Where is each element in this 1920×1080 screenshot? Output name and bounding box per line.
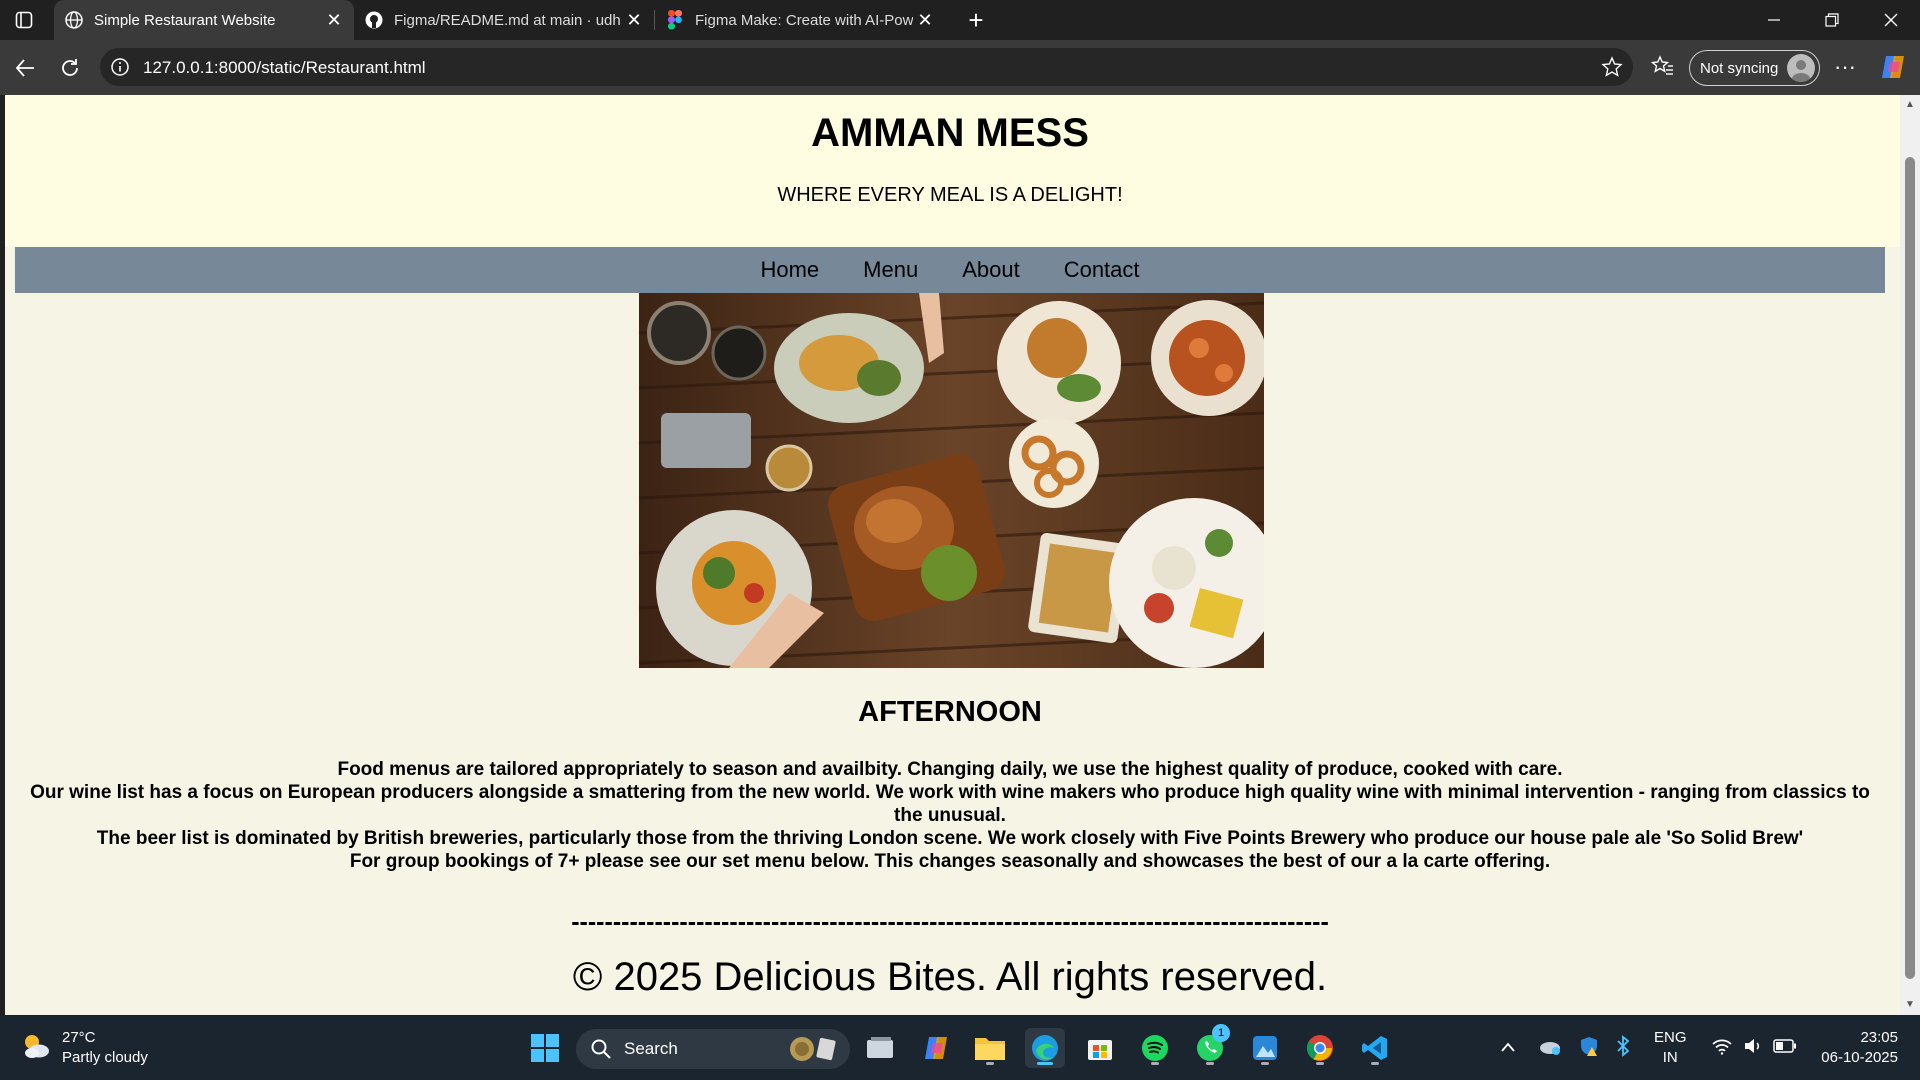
weather-desc: Partly cloudy — [62, 1049, 148, 1066]
scroll-down-icon[interactable]: ▼ — [1904, 999, 1916, 1011]
notification-badge: 1 — [1212, 1024, 1230, 1042]
whatsapp-icon[interactable]: 1 — [1190, 1024, 1230, 1068]
security-shield-icon[interactable] — [1578, 1035, 1600, 1061]
close-window-icon[interactable] — [1862, 0, 1920, 40]
profile-sync-button[interactable]: Not syncing — [1689, 50, 1820, 86]
running-indicator — [1371, 1062, 1379, 1065]
minimize-icon[interactable] — [1745, 0, 1803, 40]
search-highlight-icon — [788, 1035, 838, 1068]
volume-icon[interactable] — [1743, 1037, 1763, 1059]
menu-paragraph: The beer list is dominated by British br… — [96, 828, 1804, 849]
language-indicator[interactable]: ENG IN — [1654, 1028, 1687, 1068]
active-indicator — [1037, 1062, 1053, 1065]
edge-icon[interactable] — [1025, 1028, 1065, 1068]
language-code: ENG — [1654, 1029, 1687, 1046]
onedrive-icon[interactable] — [1538, 1037, 1562, 1059]
new-tab-icon[interactable]: + — [962, 5, 990, 35]
scroll-up-icon[interactable]: ▲ — [1904, 99, 1916, 111]
weather-widget[interactable]: 27°C Partly cloudy — [20, 1028, 148, 1068]
running-indicator — [1206, 1062, 1214, 1065]
site-title: AMMAN MESS — [811, 111, 1089, 155]
running-indicator — [1316, 1062, 1324, 1065]
windows-start-icon[interactable] — [525, 1028, 565, 1068]
wifi-icon[interactable] — [1711, 1037, 1733, 1059]
footer-copyright: © 2025 Delicious Bites. All rights reser… — [572, 955, 1328, 999]
photos-icon[interactable] — [1245, 1028, 1285, 1068]
bluetooth-icon[interactable] — [1616, 1035, 1630, 1061]
copilot-app-icon[interactable] — [916, 1028, 956, 1068]
site-header: AMMAN MESS WHERE EVERY MEAL IS A DELIGHT… — [5, 95, 1900, 247]
running-indicator — [1261, 1062, 1269, 1065]
figma-icon — [665, 10, 685, 30]
page-scrollbar[interactable]: ▲ ▼ — [1900, 95, 1920, 1015]
file-explorer-icon[interactable] — [970, 1028, 1010, 1068]
sync-label: Not syncing — [1700, 59, 1779, 77]
vscode-icon[interactable] — [1355, 1028, 1395, 1068]
favorites-icon[interactable] — [1650, 54, 1676, 80]
search-placeholder: Search — [624, 1039, 678, 1058]
tab-title: Figma Make: Create with AI-Powe — [695, 11, 913, 29]
clock-date: 06-10-2025 — [1821, 1049, 1898, 1066]
close-tab-icon[interactable]: ✕ — [622, 8, 646, 32]
address-bar[interactable]: 127.0.0.1:8000/static/Restaurant.html — [100, 48, 1633, 86]
system-tray: ENG IN — [1500, 1016, 1797, 1080]
close-tab-icon[interactable]: ✕ — [913, 8, 937, 32]
taskbar-clock[interactable]: 23:05 06-10-2025 — [1821, 1028, 1898, 1068]
site-info-icon[interactable] — [110, 57, 130, 77]
close-tab-icon[interactable]: ✕ — [322, 8, 346, 32]
site-nav: Home Menu About Contact — [15, 247, 1885, 293]
running-indicator — [1151, 1062, 1159, 1065]
favorite-star-icon[interactable] — [1601, 56, 1623, 78]
page-viewport: AMMAN MESS WHERE EVERY MEAL IS A DELIGHT… — [5, 95, 1900, 1015]
restore-icon[interactable] — [1803, 0, 1861, 40]
chrome-icon[interactable] — [1300, 1028, 1340, 1068]
tab-simple-restaurant[interactable]: Simple Restaurant Website ✕ — [54, 0, 354, 40]
avatar — [1787, 54, 1815, 82]
tab-figma-readme[interactable]: Figma/README.md at main · udh ✕ — [354, 0, 654, 40]
tab-actions-icon[interactable] — [12, 8, 36, 32]
copilot-icon[interactable] — [1878, 52, 1908, 82]
dashed-divider: ----------------------------------------… — [571, 908, 1329, 936]
taskbar: 27°C Partly cloudy Search 1 ENG IN 23:05… — [0, 1016, 1920, 1080]
menu-paragraph: For group bookings of 7+ please see our … — [349, 851, 1551, 872]
tab-bar: Simple Restaurant Website ✕ Figma/README… — [0, 0, 1920, 40]
food-table-image — [639, 293, 1264, 668]
site-tagline: WHERE EVERY MEAL IS A DELIGHT! — [777, 184, 1123, 206]
tab-figma-make[interactable]: Figma Make: Create with AI-Powe ✕ — [655, 0, 945, 40]
back-icon[interactable] — [11, 54, 39, 82]
address-toolbar: 127.0.0.1:8000/static/Restaurant.html No… — [0, 40, 1920, 95]
search-icon — [590, 1038, 612, 1060]
clock-time: 23:05 — [1860, 1029, 1898, 1046]
battery-icon[interactable] — [1772, 1039, 1797, 1057]
running-indicator — [986, 1062, 994, 1065]
spotify-icon[interactable] — [1135, 1028, 1175, 1068]
microsoft-store-icon[interactable] — [1080, 1028, 1120, 1068]
reload-icon[interactable] — [56, 54, 84, 82]
region-code: IN — [1662, 1049, 1678, 1066]
show-hidden-icons-icon[interactable] — [1500, 1040, 1516, 1057]
weather-temp: 27°C — [62, 1029, 96, 1046]
nav-home-link[interactable]: Home — [760, 257, 819, 283]
taskbar-search[interactable]: Search — [576, 1029, 850, 1069]
tab-title: Figma/README.md at main · udh — [394, 11, 621, 29]
scrollbar-thumb[interactable] — [1905, 157, 1915, 979]
globe-icon — [64, 10, 84, 30]
url-text[interactable]: 127.0.0.1:8000/static/Restaurant.html — [143, 58, 426, 78]
nav-about-link[interactable]: About — [962, 257, 1020, 283]
tab-title: Simple Restaurant Website — [94, 11, 276, 29]
nav-contact-link[interactable]: Contact — [1064, 257, 1140, 283]
menu-paragraph: Our wine list has a focus on European pr… — [30, 782, 1870, 826]
nav-menu-link[interactable]: Menu — [863, 257, 918, 283]
github-icon — [364, 10, 384, 30]
partly-cloudy-icon — [20, 1030, 52, 1067]
menu-paragraph: Food menus are tailored appropriately to… — [337, 759, 1563, 780]
task-view-icon[interactable] — [860, 1028, 900, 1068]
section-title: AFTERNOON — [858, 696, 1042, 728]
more-options-icon[interactable]: ··· — [1832, 54, 1858, 80]
menu-description: Food menus are tailored appropriately to… — [30, 758, 1870, 873]
